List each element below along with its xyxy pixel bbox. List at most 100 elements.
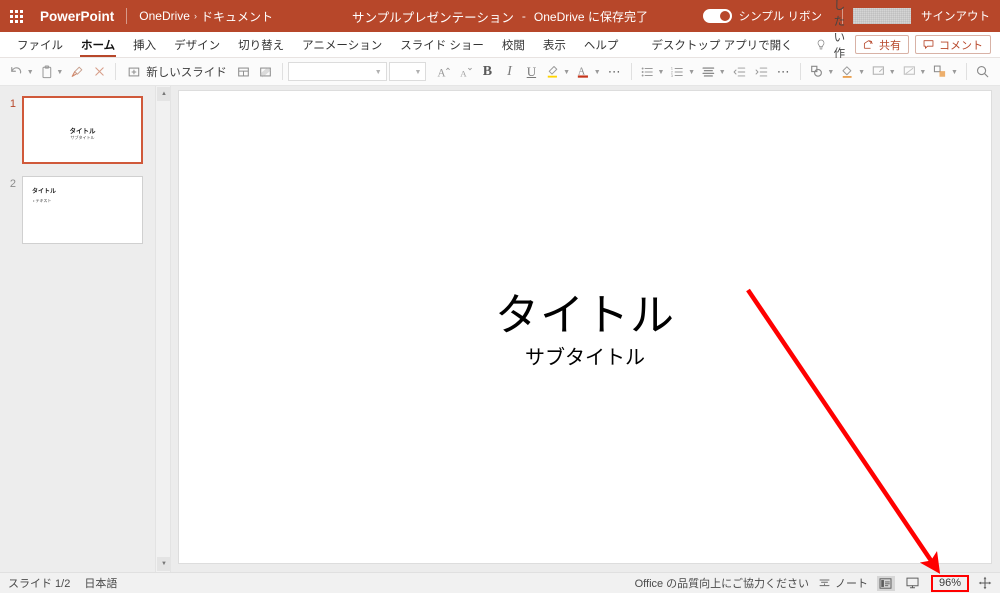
font-color-button[interactable]: A ▼ <box>573 60 604 84</box>
tab-home[interactable]: ホーム <box>72 32 124 58</box>
simple-ribbon-label: シンプル リボン <box>738 11 822 23</box>
numbered-list-icon: 1 2 3 <box>671 65 684 78</box>
toolbar-separator <box>115 63 117 80</box>
thumbnail-title: タイトル <box>32 189 57 195</box>
slide-layout-icon <box>238 67 250 76</box>
tab-animations[interactable]: アニメーション <box>293 32 391 58</box>
chevron-down-icon: ▼ <box>858 69 865 76</box>
arrange-button[interactable]: ▼ <box>929 60 961 84</box>
notes-icon <box>819 579 830 587</box>
font-size-select[interactable]: ▼ <box>388 62 427 81</box>
tab-label: 挿入 <box>133 39 157 52</box>
scroll-up-arrow-icon[interactable]: ▲ <box>157 87 171 101</box>
text-highlight-icon <box>548 66 558 78</box>
font-color-icon: A <box>577 66 589 78</box>
app-launcher-icon[interactable] <box>0 0 32 32</box>
breadcrumb-root[interactable]: OneDrive <box>139 9 190 23</box>
bullets-button[interactable]: ▼ <box>637 60 668 84</box>
shape-effects-button[interactable]: ▼ <box>899 60 930 84</box>
simple-ribbon-toggle[interactable]: シンプル リボン <box>702 8 822 24</box>
italic-button[interactable]: I <box>498 60 520 84</box>
more-paragraph-options-button[interactable]: ⋯ <box>773 60 795 84</box>
bullet-list-icon <box>641 67 653 76</box>
paste-button[interactable]: ▼ <box>37 60 67 84</box>
feedback-link[interactable]: Office の品質向上にご協力ください <box>635 575 809 591</box>
grow-font-button[interactable]: A <box>432 60 454 84</box>
shapes-icon <box>810 65 822 77</box>
tab-label: ファイル <box>17 39 63 52</box>
grow-font-icon: A <box>437 67 450 79</box>
chevron-down-icon: ▼ <box>688 69 696 76</box>
slide-counter[interactable]: スライド 1/2 <box>8 575 70 591</box>
fit-slide-to-window-icon[interactable] <box>978 576 992 590</box>
tab-slideshow[interactable]: スライド ショー <box>391 32 493 58</box>
decrease-indent-button[interactable] <box>729 60 751 84</box>
breadcrumb[interactable]: OneDrive › ドキュメント <box>139 8 273 25</box>
tab-design[interactable]: デザイン <box>165 32 229 58</box>
new-slide-button[interactable]: 新しいスライド <box>121 60 232 84</box>
slide-layout-button[interactable] <box>233 60 255 84</box>
save-status[interactable]: OneDrive に保存完了 <box>534 8 648 25</box>
breadcrumb-folder[interactable]: ドキュメント <box>201 8 273 25</box>
slide-number: 2 <box>9 178 16 190</box>
svg-text:3: 3 <box>671 73 674 78</box>
format-painter-button[interactable] <box>66 60 88 84</box>
cut-button[interactable] <box>88 60 110 84</box>
language-indicator[interactable]: 日本語 <box>84 575 117 591</box>
numbering-button[interactable]: 1 2 3 ▼ <box>667 60 698 84</box>
chevron-down-icon: ▼ <box>951 69 958 76</box>
align-text-button[interactable]: ▼ <box>698 60 729 84</box>
text-highlight-button[interactable]: ▼ <box>542 60 573 84</box>
tab-file[interactable]: ファイル <box>8 32 72 58</box>
slide-canvas[interactable]: タイトル サブタイトル <box>178 90 992 564</box>
ribbon-tab-bar: ファイル ホーム 挿入 デザイン 切り替え アニメーション スライド ショー 校… <box>0 0 1000 124</box>
document-title[interactable]: サンプルプレゼンテーション <box>352 7 514 26</box>
find-button[interactable] <box>972 60 994 84</box>
shapes-button[interactable]: ▼ <box>806 60 838 84</box>
undo-button[interactable]: ▼ <box>6 60 37 84</box>
tab-label: 校閲 <box>501 39 525 52</box>
tab-label: 表示 <box>542 39 566 52</box>
user-name-redacted[interactable] <box>853 8 911 24</box>
increase-indent-button[interactable] <box>751 60 773 84</box>
scroll-down-arrow-icon[interactable]: ▼ <box>157 557 171 571</box>
shape-outline-button[interactable]: ▼ <box>868 60 899 84</box>
tab-insert[interactable]: 挿入 <box>124 32 165 58</box>
zoom-level[interactable]: 96% <box>936 576 964 590</box>
sign-out-button[interactable]: サインアウト <box>921 8 990 24</box>
slide-thumbnail-2[interactable]: タイトル • テキスト <box>22 176 143 244</box>
slideshow-view-icon <box>906 577 919 589</box>
share-button[interactable]: 共有 <box>855 35 909 54</box>
font-name-select[interactable]: ▼ <box>287 62 387 81</box>
chevron-down-icon: ▼ <box>26 69 34 76</box>
underline-button[interactable]: U <box>520 60 542 84</box>
tab-transitions[interactable]: 切り替え <box>229 32 293 58</box>
shrink-font-button[interactable]: A <box>454 60 476 84</box>
editor-body: 1 タイトル サブタイトル 2 タイトル • テキスト ▲ ▼ タイトル サブタ… <box>0 86 1000 572</box>
thumbnail-row: 1 タイトル サブタイトル <box>0 96 155 164</box>
slide-title-placeholder[interactable]: タイトル <box>179 279 991 343</box>
slide-thumbnail-1[interactable]: タイトル サブタイトル <box>22 96 143 164</box>
notes-button[interactable]: ノート <box>818 575 868 591</box>
bold-button[interactable]: B <box>476 60 498 84</box>
slide-subtitle-placeholder[interactable]: サブタイトル <box>179 341 991 370</box>
slideshow-view-button[interactable] <box>904 576 922 591</box>
more-font-options-button[interactable]: ⋯ <box>604 60 626 84</box>
reset-slide-button[interactable] <box>255 60 277 84</box>
toolbar-separator <box>799 63 801 80</box>
open-in-desktop-app-button[interactable]: デスクトップ アプリで開く <box>641 37 802 53</box>
chevron-down-icon: ▼ <box>827 69 835 76</box>
tab-label: アニメーション <box>302 39 383 52</box>
normal-view-button[interactable] <box>876 575 895 591</box>
cut-close-icon <box>95 67 104 76</box>
chevron-down-icon: ▼ <box>56 69 64 76</box>
tab-review[interactable]: 校閲 <box>493 32 534 58</box>
shape-fill-button[interactable]: ▼ <box>837 60 868 84</box>
tab-view[interactable]: 表示 <box>534 32 575 58</box>
thumbnail-scrollbar[interactable]: ▲ ▼ <box>155 86 171 572</box>
tab-help[interactable]: ヘルプ <box>575 32 628 58</box>
toggle-switch[interactable] <box>702 9 732 23</box>
shape-outline-icon <box>872 66 884 75</box>
new-slide-icon <box>128 67 140 76</box>
comment-button[interactable]: コメント <box>915 35 991 54</box>
